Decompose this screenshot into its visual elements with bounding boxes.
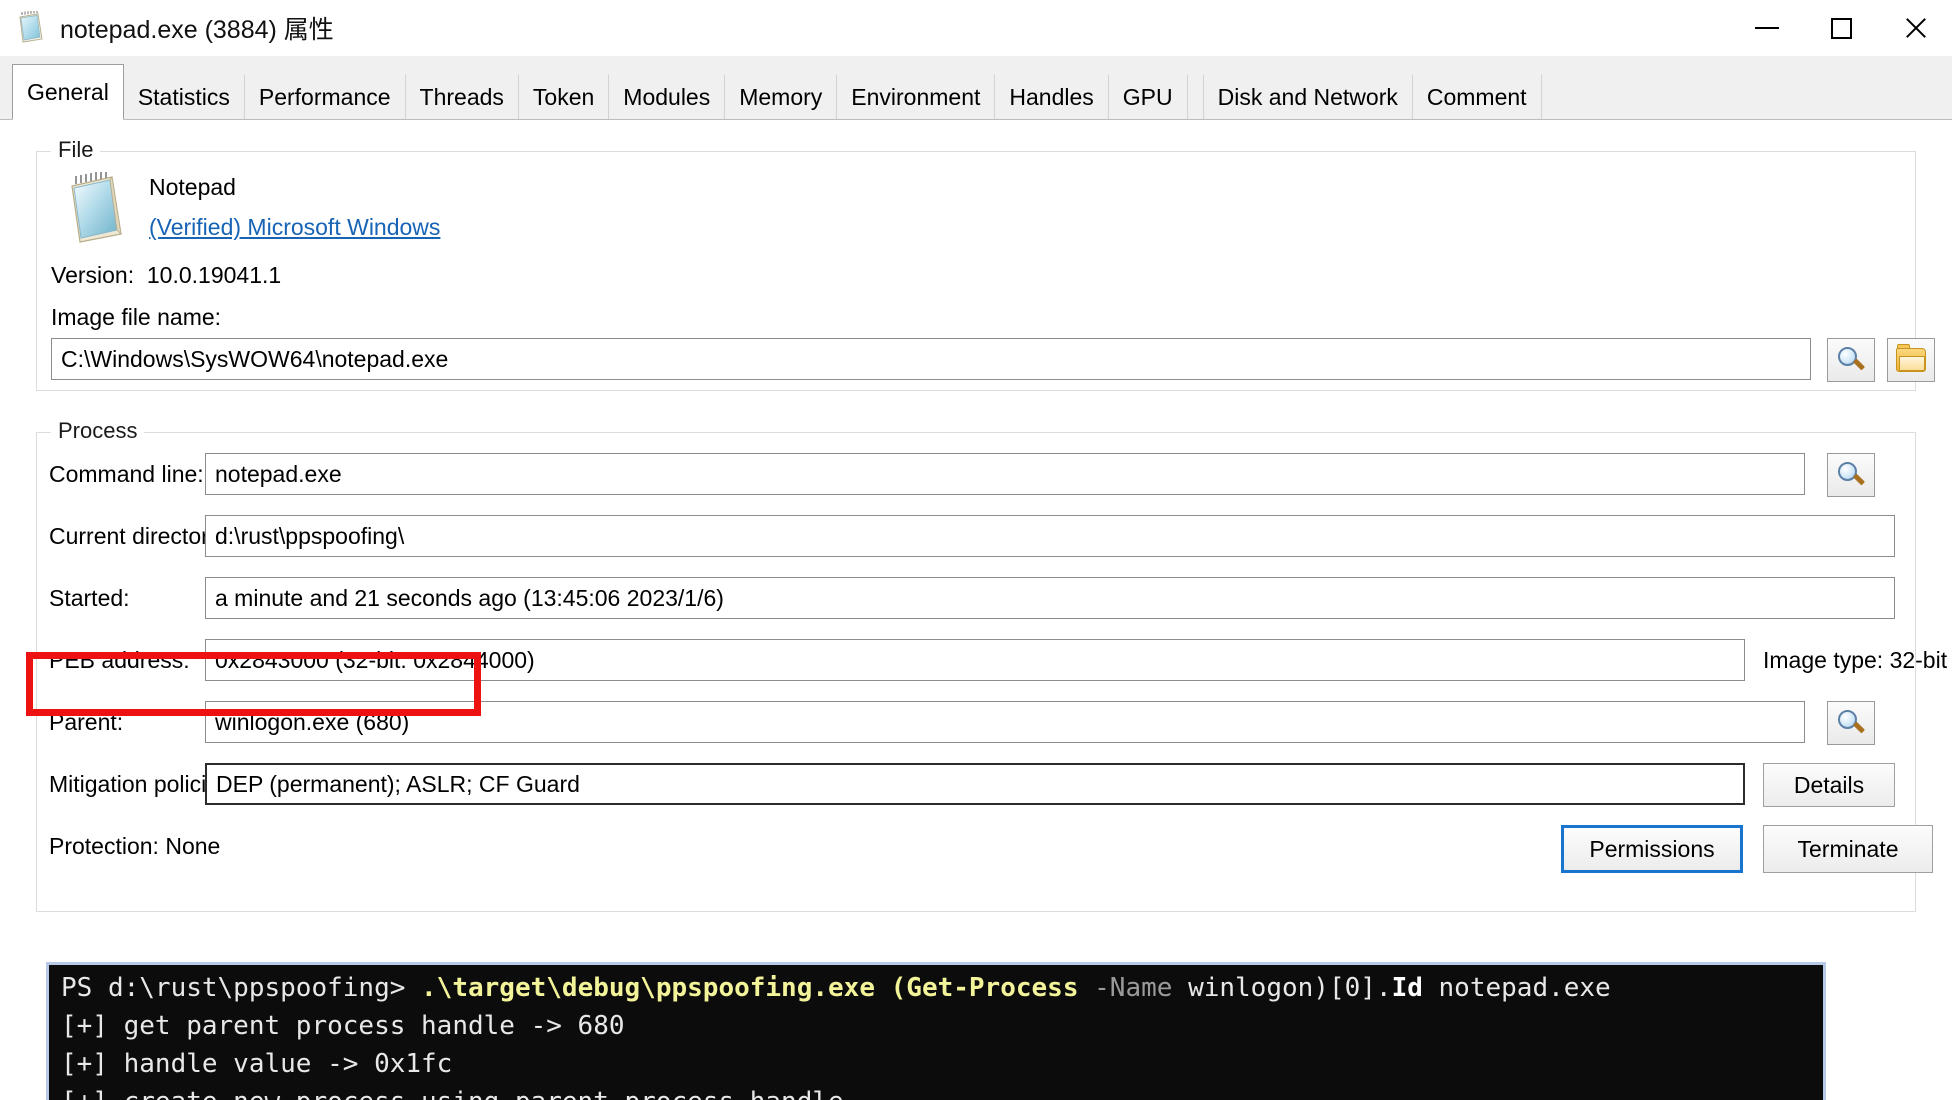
started-input[interactable]: a minute and 21 seconds ago (13:45:06 20… xyxy=(205,577,1895,619)
tab-label: Modules xyxy=(623,84,710,111)
process-group: Process Command line: notepad.exe Curren… xyxy=(36,432,1916,912)
file-version-row: Version: 10.0.19041.1 xyxy=(51,262,281,289)
minimize-button[interactable] xyxy=(1730,0,1804,56)
tab-label: Comment xyxy=(1427,84,1527,111)
peb-address-label: PEB address: xyxy=(49,639,190,681)
tab-label: Threads xyxy=(420,84,504,111)
tab-threads[interactable]: Threads xyxy=(405,74,519,120)
tab-label: Disk and Network xyxy=(1218,84,1398,111)
tab-token[interactable]: Token xyxy=(518,74,609,120)
process-group-legend: Process xyxy=(51,418,144,444)
parent-input[interactable]: winlogon.exe (680) xyxy=(205,701,1805,743)
open-folder-button[interactable] xyxy=(1887,338,1935,382)
tab-label: General xyxy=(27,79,109,106)
tab-modules[interactable]: Modules xyxy=(608,74,725,120)
file-group-legend: File xyxy=(51,137,100,163)
image-search-button[interactable] xyxy=(1827,338,1875,382)
search-icon xyxy=(1838,710,1864,736)
file-group: File xyxy=(36,151,1916,391)
terminate-button[interactable]: Terminate xyxy=(1763,825,1933,873)
image-file-name-input[interactable]: C:\Windows\SysWOW64\notepad.exe xyxy=(51,338,1811,380)
tab-performance[interactable]: Performance xyxy=(244,74,406,120)
tab-general[interactable]: General xyxy=(12,64,124,120)
details-button[interactable]: Details xyxy=(1763,763,1895,807)
search-icon xyxy=(1838,462,1864,488)
current-directory-input[interactable]: d:\rust\ppspoofing\ xyxy=(205,515,1895,557)
file-product-name: Notepad xyxy=(149,174,236,201)
current-directory-label: Current directory: xyxy=(49,515,227,557)
peb-address-input[interactable]: 0x2843000 (32-bit: 0x2844000) xyxy=(205,639,1745,681)
tab-label: Handles xyxy=(1009,84,1093,111)
parent-search-button[interactable] xyxy=(1827,701,1875,745)
close-icon xyxy=(1903,16,1927,40)
mitigation-policies-row: Mitigation policies: DEP (permanent); AS… xyxy=(37,763,1915,805)
file-version-value: 10.0.19041.1 xyxy=(147,262,281,288)
image-type-text: Image type: 32-bit xyxy=(1763,639,1947,681)
window-title: notepad.exe (3884) 属性 xyxy=(60,10,334,46)
command-line-label: Command line: xyxy=(49,453,204,495)
file-version-label: Version: xyxy=(51,262,134,288)
window-controls xyxy=(1730,0,1952,56)
notepad-icon xyxy=(14,11,48,45)
parent-row: Parent: winlogon.exe (680) xyxy=(37,701,1915,743)
maximize-icon xyxy=(1831,18,1852,39)
console-line: PS d:\rust\ppspoofing> .\target\debug\pp… xyxy=(61,969,1815,1007)
tab-label: Token xyxy=(533,84,594,111)
console-line: [+] create new process using parent proc… xyxy=(61,1083,1815,1100)
command-line-row: Command line: notepad.exe xyxy=(37,453,1915,495)
tab-strip: General Statistics Performance Threads T… xyxy=(0,56,1952,120)
tab-memory[interactable]: Memory xyxy=(724,74,837,120)
tab-disk-and-network[interactable]: Disk and Network xyxy=(1203,74,1413,120)
console-line: [+] get parent process handle -> 680 xyxy=(61,1007,1815,1045)
image-file-name-label: Image file name: xyxy=(51,304,221,331)
started-label: Started: xyxy=(49,577,130,619)
tab-environment[interactable]: Environment xyxy=(836,74,995,120)
tab-label: Performance xyxy=(259,84,391,111)
minimize-icon xyxy=(1755,27,1779,29)
console-line: [+] handle value -> 0x1fc xyxy=(61,1045,1815,1083)
search-icon xyxy=(1838,347,1864,373)
file-signature-link[interactable]: (Verified) Microsoft Windows xyxy=(149,214,440,241)
process-properties-window: notepad.exe (3884) 属性 General Statistics… xyxy=(0,0,1952,1100)
mitigation-policies-input[interactable]: DEP (permanent); ASLR; CF Guard xyxy=(205,763,1745,805)
permissions-button[interactable]: Permissions xyxy=(1561,825,1743,873)
maximize-button[interactable] xyxy=(1804,0,1878,56)
tab-panel-general: File xyxy=(0,119,1952,1100)
tab-comment[interactable]: Comment xyxy=(1412,74,1542,120)
folder-icon xyxy=(1896,348,1926,372)
parent-label: Parent: xyxy=(49,701,123,743)
command-line-search-button[interactable] xyxy=(1827,453,1875,497)
started-row: Started: a minute and 21 seconds ago (13… xyxy=(37,577,1915,619)
console-output: PS d:\rust\ppspoofing> .\target\debug\pp… xyxy=(46,962,1826,1100)
tab-handles[interactable]: Handles xyxy=(994,74,1108,120)
current-directory-row: Current directory: d:\rust\ppspoofing\ xyxy=(37,515,1915,557)
title-bar: notepad.exe (3884) 属性 xyxy=(0,0,1952,56)
tab-gpu[interactable]: GPU xyxy=(1108,74,1188,120)
tab-label: Statistics xyxy=(138,84,230,111)
tab-statistics[interactable]: Statistics xyxy=(123,74,245,120)
command-line-input[interactable]: notepad.exe xyxy=(205,453,1805,495)
notepad-large-icon xyxy=(59,172,133,246)
close-button[interactable] xyxy=(1878,0,1952,56)
protection-row: Protection: None Permissions Terminate xyxy=(37,825,1915,873)
peb-address-row: PEB address: 0x2843000 (32-bit: 0x284400… xyxy=(37,639,1915,681)
tab-label: GPU xyxy=(1123,84,1173,111)
tab-label: Environment xyxy=(851,84,980,111)
tab-label: Memory xyxy=(739,84,822,111)
protection-text: Protection: None xyxy=(49,825,220,867)
